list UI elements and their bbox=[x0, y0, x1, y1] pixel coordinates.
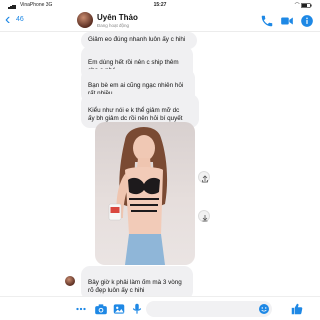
back-arrow-icon[interactable]: ‹ bbox=[5, 12, 10, 28]
chat-header: ‹ 46 Uyên Thảo Đang hoạt động bbox=[0, 10, 320, 32]
composer-bar bbox=[0, 296, 320, 320]
share-icon[interactable] bbox=[198, 171, 210, 183]
photo-image bbox=[108, 126, 168, 265]
message-bubble[interactable]: Bây giờ k phải làm ốm mà 3 vòng rõ đẹp l… bbox=[81, 266, 193, 300]
message-text: Giảm eo đúng nhanh luôn ấy c hihi bbox=[88, 36, 186, 43]
photo-message[interactable] bbox=[95, 122, 195, 265]
download-icon[interactable] bbox=[198, 210, 210, 222]
contact-name[interactable]: Uyên Thảo bbox=[97, 13, 138, 22]
status-right: ⌒ bbox=[295, 2, 312, 9]
microphone-icon[interactable] bbox=[130, 302, 144, 316]
emoji-icon[interactable] bbox=[258, 303, 270, 315]
contact-status: Đang hoạt động bbox=[97, 23, 130, 28]
message-list[interactable]: Giảm eo đúng nhanh luôn ấy c hihi Em dùn… bbox=[0, 32, 320, 300]
camera-icon[interactable] bbox=[94, 302, 108, 316]
like-icon[interactable] bbox=[290, 302, 304, 316]
status-bar: VinaPhone 3G 15:27 ⌒ bbox=[0, 0, 320, 10]
info-icon[interactable] bbox=[300, 14, 314, 28]
contact-avatar[interactable] bbox=[77, 12, 93, 28]
contact-small-avatar bbox=[65, 276, 75, 286]
video-call-icon[interactable] bbox=[280, 14, 294, 28]
status-time: 15:27 bbox=[153, 2, 167, 8]
more-icon[interactable] bbox=[74, 302, 88, 316]
message-input[interactable] bbox=[146, 301, 272, 317]
wifi-icon: ⌒ bbox=[294, 3, 300, 9]
message-text: Kiểu như nói e k thể giảm mỡ dc ấy bh gi… bbox=[88, 106, 183, 123]
gallery-icon[interactable] bbox=[112, 302, 126, 316]
message-text: Bây giờ k phải làm ốm mà 3 vòng rõ đẹp l… bbox=[88, 278, 182, 295]
unread-count[interactable]: 46 bbox=[16, 16, 24, 23]
battery-icon bbox=[301, 3, 312, 9]
phone-icon[interactable] bbox=[260, 14, 274, 28]
